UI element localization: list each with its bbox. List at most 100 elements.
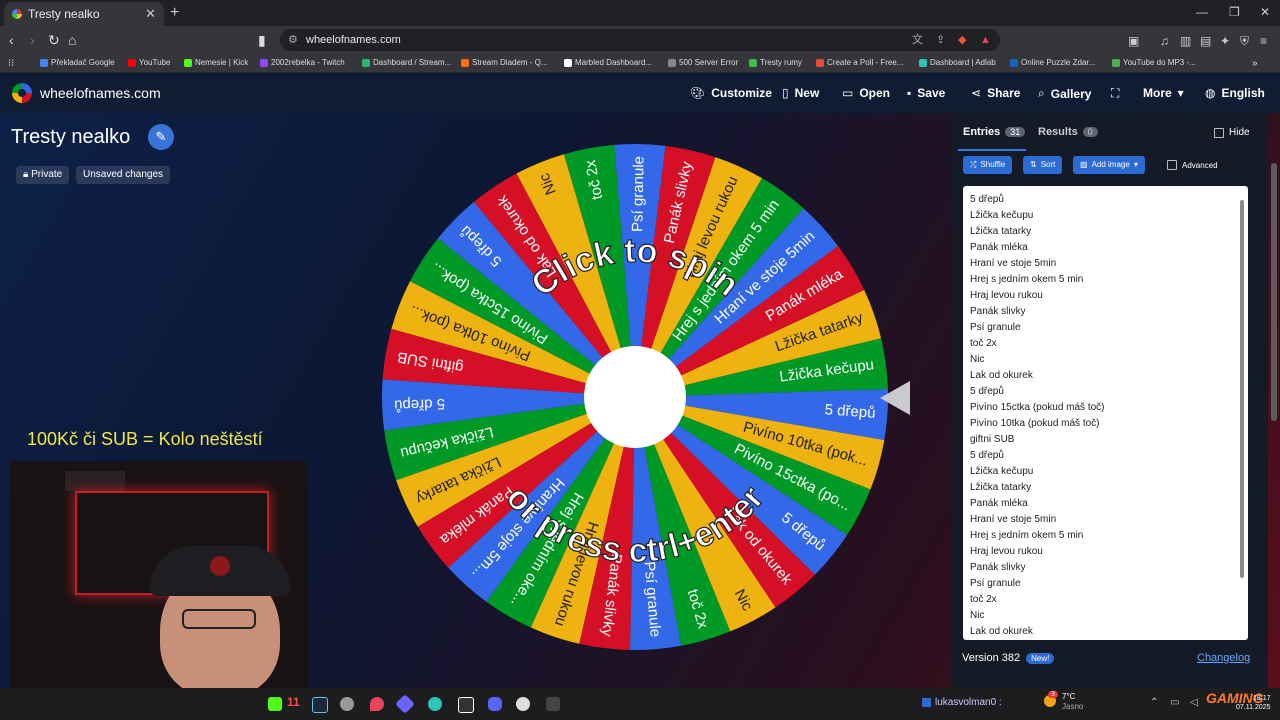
media-icon[interactable]: ♫ (1160, 34, 1169, 48)
kick-icon[interactable] (268, 697, 282, 711)
bookmark-item[interactable]: YouTube (128, 58, 170, 67)
bookmark-item[interactable]: Tresty rumy (749, 58, 802, 67)
tray-chevron-icon[interactable]: ⌃ (1150, 697, 1158, 708)
advanced-toggle[interactable]: Advanced (1167, 160, 1218, 170)
share-page-icon[interactable]: ⇪ (936, 29, 945, 51)
bookmark-item[interactable]: YouTube do MP3 -... (1112, 58, 1196, 67)
volume-icon[interactable]: ◁ (1190, 697, 1198, 708)
brave-rewards-icon[interactable]: ▲ (980, 29, 991, 51)
bookmark-favicon-icon (1010, 58, 1018, 67)
brave-shield-icon[interactable]: ◆ (958, 29, 966, 51)
new-file-icon: ▯ (782, 86, 789, 100)
site-name[interactable]: wheelofnames.com (40, 85, 161, 101)
tab-entries[interactable]: Entries 31 (963, 126, 1026, 138)
webcam-glasses (182, 609, 256, 629)
site-info-icon[interactable]: ⚙ (288, 29, 298, 51)
weather-widget[interactable]: 7°C Jasno (1062, 692, 1083, 712)
bookmark-item[interactable]: Dashboard / Stream... (362, 58, 451, 67)
apps-icon[interactable]: ⁝⁝ (8, 58, 14, 69)
bookmark-item[interactable]: 2002rebelka - Twitch (260, 58, 345, 67)
url-text: wheelofnames.com (306, 34, 401, 46)
bookmark-item[interactable]: Online Puzzle Zdar... (1010, 58, 1095, 67)
bookmark-favicon-icon (184, 58, 192, 67)
entry-line: Lak od okurek (970, 626, 1033, 637)
forward-icon[interactable]: › (30, 32, 35, 48)
bookmark-item[interactable]: Marbled Dashboard... (564, 58, 652, 67)
app-icon[interactable] (395, 694, 415, 714)
wallet-icon[interactable]: ▤ (1200, 34, 1211, 48)
terminal-icon[interactable] (546, 697, 560, 711)
gallery-button[interactable]: ⌕ Gallery (1038, 86, 1091, 101)
minimize-icon[interactable]: — (1196, 5, 1208, 19)
close-window-icon[interactable]: ✕ (1260, 5, 1270, 19)
entry-line: Nic (970, 610, 985, 621)
network-icon[interactable]: ▭ (1170, 697, 1179, 708)
bookmark-item[interactable]: Nemesie | Kick (184, 58, 248, 67)
changelog-link[interactable]: Changelog (1197, 652, 1250, 664)
vpn-icon[interactable]: ⛨ (1240, 34, 1249, 49)
entry-line: Lak od okurek (970, 370, 1033, 381)
bookmark-item[interactable]: Dashboard | Adlab (919, 58, 996, 67)
back-icon[interactable]: ‹ (9, 32, 14, 48)
sidebar-icon[interactable]: ▥ (1180, 34, 1191, 48)
obs-icon[interactable] (340, 697, 354, 711)
close-tab-icon[interactable]: ✕ (145, 6, 156, 22)
power-icon[interactable] (428, 697, 442, 711)
leo-icon[interactable]: ✦ (1220, 34, 1230, 48)
palette-icon: 🎨︎ (690, 86, 706, 100)
folder-icon: ▭ (842, 86, 854, 100)
system-clock[interactable]: 18:17 07.11.2025 (1236, 694, 1271, 712)
edit-title-button[interactable]: ✎ (148, 124, 174, 150)
maximize-icon[interactable]: ❐ (1229, 5, 1240, 19)
menu-icon[interactable]: ≡ (1260, 34, 1267, 48)
fullscreen-button[interactable]: ⛶ (1111, 86, 1119, 101)
wheel-slice-label: Psí granule (629, 156, 647, 232)
wheel-logo-icon[interactable] (12, 83, 32, 103)
steam-icon[interactable] (312, 697, 328, 713)
screenshot-icon[interactable]: ▣ (1128, 34, 1139, 48)
translate-icon[interactable]: 文 (912, 29, 923, 51)
language-button[interactable]: ◍ English (1205, 86, 1265, 100)
hide-checkbox[interactable] (1214, 127, 1224, 138)
new-tab-icon[interactable]: + (170, 4, 179, 22)
epic-games-icon[interactable] (458, 697, 474, 713)
url-field[interactable]: ⚙ wheelofnames.com 文 ⇪ ◆ ▲ (280, 29, 1000, 51)
maps-icon[interactable] (370, 697, 384, 711)
customize-button[interactable]: 🎨︎ Customize (690, 86, 772, 100)
hide-toggle[interactable]: Hide (1214, 127, 1250, 138)
shuffle-button[interactable]: ⤮ Shuffle (963, 156, 1013, 174)
save-icon: ▪ (907, 86, 912, 100)
address-bar-row: ‹ › ↻ ⌂ ▮ ⚙ wheelofnames.com 文 ⇪ ◆ ▲ ▣ ♫… (0, 26, 1280, 54)
tab-results[interactable]: Results 0 (1038, 126, 1098, 138)
bookmark-item[interactable]: Create a Poll - Free... (816, 58, 903, 67)
wheel-center-hub[interactable] (584, 346, 686, 448)
chevron-down-icon: ▾ (1177, 86, 1184, 100)
clock-date: 07.11.2025 (1236, 704, 1271, 711)
app-icon[interactable] (516, 697, 530, 711)
more-button[interactable]: More ▾ (1143, 86, 1184, 100)
more-bookmarks-icon[interactable]: » (1252, 58, 1258, 69)
bookmark-item[interactable]: 500 Server Error (668, 58, 738, 67)
browser-tab[interactable]: Tresty nealko ✕ (4, 2, 164, 26)
bookmark-item[interactable]: Stream Diadem - Q... (461, 58, 548, 67)
reload-icon[interactable]: ↻ (48, 32, 60, 49)
open-button[interactable]: ▭ Open (842, 86, 890, 100)
sort-button[interactable]: ⇅ Sort (1023, 156, 1063, 174)
page-scrollbar[interactable] (1271, 163, 1277, 421)
private-chip[interactable]: 🔒︎ Private (16, 166, 70, 184)
advanced-checkbox[interactable] (1167, 160, 1177, 170)
bookmark-item[interactable]: Překladač Google (40, 58, 115, 67)
entries-textarea[interactable]: 5 dřepů Lžička kečupu Lžička tatarky Panák … (963, 186, 1248, 640)
entries-scroll-thumb[interactable] (1240, 200, 1244, 578)
home-icon[interactable]: ⌂ (68, 32, 76, 48)
entry-line: toč 2x (970, 338, 997, 349)
entry-line: Hraj levou rukou (970, 290, 1043, 301)
discord-icon[interactable] (488, 697, 502, 711)
share-button[interactable]: ⋖ Share (971, 86, 1020, 100)
bookmark-favicon-icon (816, 58, 824, 67)
bookmark-icon[interactable]: ▮ (258, 32, 266, 49)
new-button[interactable]: ▯ New (782, 86, 819, 100)
spin-wheel[interactable]: 5 dřepůLžička kečupuLžička tatarkyPanák … (382, 144, 888, 650)
save-button[interactable]: ▪ Save (907, 86, 945, 100)
add-image-button[interactable]: ▨ Add image ▾ (1073, 156, 1145, 174)
